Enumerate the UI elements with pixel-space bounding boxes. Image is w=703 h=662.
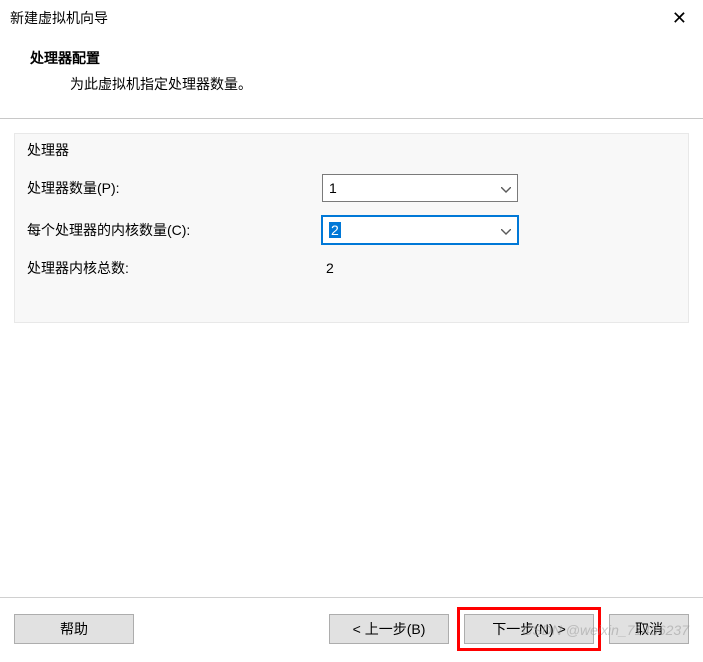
button-bar: 帮助 < 上一步(B) 下一步(N) > 取消 <box>0 597 703 662</box>
total-cores-row: 处理器内核总数: 2 <box>27 258 676 278</box>
cores-per-processor-label: 每个处理器的内核数量(C): <box>27 220 322 240</box>
processor-count-label: 处理器数量(P): <box>27 178 322 198</box>
header-section: 处理器配置 为此虚拟机指定处理器数量。 <box>0 34 703 118</box>
next-button[interactable]: 下一步(N) > <box>464 614 594 644</box>
divider <box>0 118 703 119</box>
processor-count-select[interactable]: 1 <box>322 174 518 202</box>
help-button[interactable]: 帮助 <box>14 614 134 644</box>
chevron-down-icon <box>501 222 511 238</box>
cores-per-processor-value: 2 <box>329 222 341 238</box>
cancel-button[interactable]: 取消 <box>609 614 689 644</box>
page-title: 处理器配置 <box>30 48 673 68</box>
window-title: 新建虚拟机向导 <box>10 8 108 28</box>
close-icon[interactable]: ✕ <box>666 8 693 29</box>
titlebar: 新建虚拟机向导 ✕ <box>0 0 703 34</box>
chevron-down-icon <box>501 180 511 196</box>
processor-group: 处理器 处理器数量(P): 1 每个处理器的内核数量(C): 2 处理器内核总数… <box>14 133 689 323</box>
total-cores-label: 处理器内核总数: <box>27 258 322 278</box>
processor-count-row: 处理器数量(P): 1 <box>27 174 676 202</box>
processor-count-value: 1 <box>329 180 337 196</box>
page-subtitle: 为此虚拟机指定处理器数量。 <box>30 74 673 94</box>
group-label: 处理器 <box>27 134 676 174</box>
back-button[interactable]: < 上一步(B) <box>329 614 449 644</box>
next-button-highlight: 下一步(N) > <box>457 607 601 651</box>
cores-per-processor-select[interactable]: 2 <box>322 216 518 244</box>
cores-per-processor-row: 每个处理器的内核数量(C): 2 <box>27 216 676 244</box>
total-cores-value: 2 <box>322 260 334 276</box>
